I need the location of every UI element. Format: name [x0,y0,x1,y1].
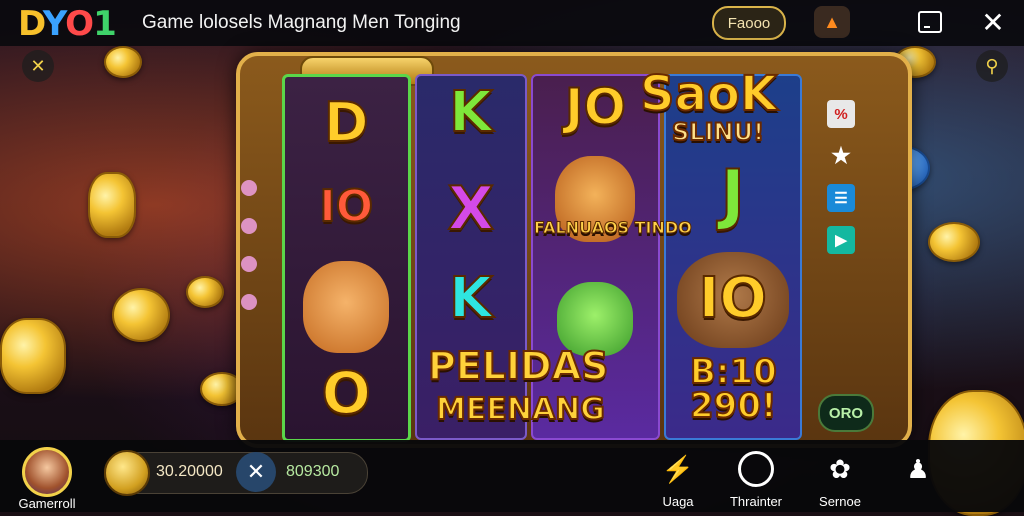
settings-icon: ✿ [829,453,851,484]
symbol-io: IO [318,180,374,233]
balance-pill[interactable]: Faooo [712,6,786,40]
floating-coin [104,46,142,78]
app-logo: DYO1 [18,4,117,44]
floating-coin [928,222,980,262]
flame-icon[interactable]: ▲ [814,6,850,38]
symbol-x: X [447,173,495,245]
main-banner-line1: PELIDAS [427,343,609,389]
nav-label: Uaga [662,494,694,509]
floating-coin [88,172,136,238]
symbol-k: K [448,265,493,332]
profile-icon: ♟ [906,453,930,484]
nav-item-profile[interactable]: ♟ [878,452,958,494]
payline-marker [241,180,257,196]
list-icon[interactable]: ☰ [827,184,855,212]
nav-label: Thrainter [729,494,783,509]
nav-item-sernoe[interactable]: ✿ Sernoe [800,452,880,510]
nav-label: Sernoe [819,494,861,509]
timer-icon [716,451,796,487]
floating-coin [186,276,224,308]
left-payline-markers [240,180,258,310]
symbol-o: O [321,358,372,428]
x-icon[interactable]: ✕ [236,452,276,492]
bonus-line2: 290! [689,385,777,427]
falnuaos-banner: FALNUAOS TINDO [534,218,693,238]
avatar[interactable] [22,447,72,497]
game-title: Game lolosels Magnang Men Tonging [142,12,461,33]
x-icon[interactable]: ✕ [22,50,54,82]
payline-marker [241,256,257,272]
saok-title: SaoK [639,65,778,123]
wallet-left-value: 30.20000 [156,463,223,480]
player-name: Gamerroll [18,496,76,511]
floating-coin [0,318,66,394]
star-icon[interactable]: ★ [827,142,855,170]
coin-icon [104,450,150,496]
lightning-icon: ⚡ [661,453,695,484]
payline-marker [241,218,257,234]
right-feature-column: % ★ ☰ ▶ [822,100,860,254]
play-icon[interactable]: ▶ [827,226,855,254]
main-banner-line2: MEENANG [435,391,606,428]
nav-item-thrainter[interactable]: Thrainter [716,451,796,509]
symbol-k: K [448,79,493,146]
floating-coin [112,288,170,342]
fox-character [303,261,390,353]
payline-marker [241,294,257,310]
symbol-d: D [323,90,370,155]
wallet-right-value: 809300 [286,463,340,480]
slinu-subtitle: SLINU! [671,117,765,147]
symbol-io: IO [698,265,768,332]
screen-icon[interactable] [912,6,948,38]
nav-item-uaga[interactable]: ⚡ Uaga [638,452,718,510]
close-icon[interactable]: ✕ [975,6,1011,38]
oro-button[interactable]: ORO [818,394,874,432]
search-icon[interactable]: ⚲ [976,50,1008,82]
percent-icon[interactable]: % [827,100,855,128]
reel-1: D IO O [282,74,411,442]
symbol-jo: JO [564,77,627,137]
